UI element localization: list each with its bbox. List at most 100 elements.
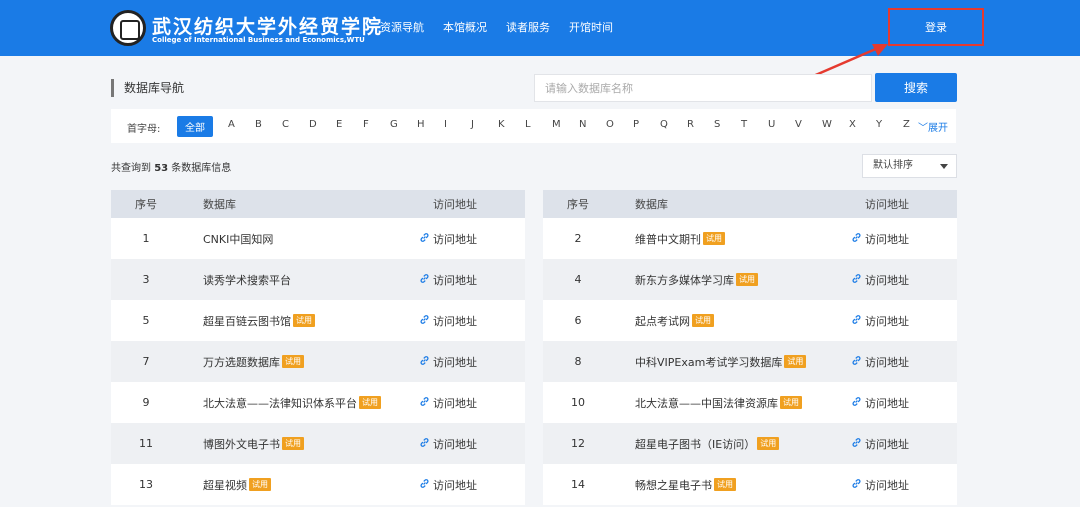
letter-filter-g[interactable]: G xyxy=(390,119,417,130)
access-link[interactable]: 访问地址 xyxy=(851,231,909,247)
database-name-link[interactable]: 读秀学术搜索平台 xyxy=(203,272,291,288)
brand-name-en[interactable]: College of International Business and Ec… xyxy=(152,36,365,44)
login-button[interactable]: 登录 xyxy=(888,8,984,46)
table-row: 10 北大法意——中国法律资源库 试用 访问地址 xyxy=(543,382,957,423)
access-link[interactable]: 访问地址 xyxy=(851,395,909,411)
row-number: 14 xyxy=(571,478,585,491)
letter-filter-i[interactable]: I xyxy=(444,119,471,130)
database-name-link[interactable]: CNKI中国知网 xyxy=(203,231,273,247)
result-count: 共查询到 53 条数据库信息 xyxy=(111,159,231,174)
trial-badge: 试用 xyxy=(692,314,714,327)
access-link-label: 访问地址 xyxy=(433,355,477,369)
expand-button[interactable]: ﹀展开 xyxy=(918,119,948,134)
access-link[interactable]: 访问地址 xyxy=(419,313,477,329)
link-icon xyxy=(419,273,433,287)
header-name: 数据库 xyxy=(635,198,668,211)
letter-filter-d[interactable]: D xyxy=(309,119,336,130)
access-link-label: 访问地址 xyxy=(865,273,909,287)
access-link-cell: 访问地址 xyxy=(829,354,957,370)
nav-item-resource-navigation[interactable]: 资源导航 xyxy=(380,19,424,35)
letter-all-button[interactable]: 全部 xyxy=(177,116,213,137)
table-row: 11 博图外文电子书 试用 访问地址 xyxy=(111,423,525,464)
database-name-link[interactable]: 超星电子图书（IE访问） xyxy=(635,436,755,452)
letter-filter-t[interactable]: T xyxy=(741,119,768,130)
database-name-link[interactable]: 新东方多媒体学习库 xyxy=(635,272,734,288)
letter-filter-r[interactable]: R xyxy=(687,119,714,130)
trial-badge: 试用 xyxy=(359,396,381,409)
database-name-link[interactable]: 北大法意——法律知识体系平台 xyxy=(203,395,357,411)
letter-filter-y[interactable]: Y xyxy=(876,119,903,130)
sort-select[interactable]: 默认排序 xyxy=(862,154,957,178)
access-link[interactable]: 访问地址 xyxy=(419,395,477,411)
access-link[interactable]: 访问地址 xyxy=(851,436,909,452)
access-link[interactable]: 访问地址 xyxy=(851,477,909,493)
database-name-link[interactable]: 起点考试网 xyxy=(635,313,690,329)
access-link[interactable]: 访问地址 xyxy=(419,231,477,247)
chevron-down-icon: ﹀ xyxy=(918,123,928,134)
letter-filter-m[interactable]: M xyxy=(552,119,579,130)
access-link-cell: 访问地址 xyxy=(397,354,525,370)
brand-name-cn[interactable]: 武汉纺织大学外经贸学院 xyxy=(152,12,383,39)
access-link-label: 访问地址 xyxy=(433,232,477,246)
nav-item-opening-hours[interactable]: 开馆时间 xyxy=(569,19,613,35)
letter-filter-f[interactable]: F xyxy=(363,119,390,130)
row-number: 11 xyxy=(139,437,153,450)
database-name: 博图外文电子书 试用 xyxy=(181,436,397,452)
access-link[interactable]: 访问地址 xyxy=(419,477,477,493)
database-search-input[interactable] xyxy=(534,74,872,102)
initial-letter-filter: 首字母: 全部 ABCDEFGHIJKLMNOPQRSTUVWXYZ ﹀展开 xyxy=(111,109,956,143)
page-title: 数据库导航 xyxy=(111,79,184,97)
letter-filter-n[interactable]: N xyxy=(579,119,606,130)
database-name: 起点考试网 试用 xyxy=(613,313,829,329)
letter-filter-s[interactable]: S xyxy=(714,119,741,130)
access-link[interactable]: 访问地址 xyxy=(851,313,909,329)
letter-filter-o[interactable]: O xyxy=(606,119,633,130)
table-row: 5 超星百链云图书馆 试用 访问地址 xyxy=(111,300,525,341)
trial-badge: 试用 xyxy=(282,437,304,450)
letter-filter-u[interactable]: U xyxy=(768,119,795,130)
link-icon xyxy=(851,396,865,410)
letter-filter-j[interactable]: J xyxy=(471,119,498,130)
letter-filter-p[interactable]: P xyxy=(633,119,660,130)
table-row: 1 CNKI中国知网 访问地址 xyxy=(111,218,525,259)
row-number: 6 xyxy=(574,314,582,327)
database-table-right: 序号 数据库 访问地址 2 维普中文期刊 试用 访问地址 4 新东方多媒体学习库 试用 访问地… xyxy=(543,190,957,505)
letter-filter-b[interactable]: B xyxy=(255,119,282,130)
database-name-link[interactable]: 畅想之星电子书 xyxy=(635,477,712,493)
database-name-link[interactable]: 万方选题数据库 xyxy=(203,354,280,370)
link-icon xyxy=(419,396,433,410)
database-name-link[interactable]: 中科VIPExam考试学习数据库 xyxy=(635,354,782,370)
table-row: 3 读秀学术搜索平台 访问地址 xyxy=(111,259,525,300)
database-name-link[interactable]: 维普中文期刊 xyxy=(635,231,701,247)
letter-filter-k[interactable]: K xyxy=(498,119,525,130)
database-name-link[interactable]: 北大法意——中国法律资源库 xyxy=(635,395,778,411)
letter-filter-a[interactable]: A xyxy=(228,119,255,130)
letter-filter-v[interactable]: V xyxy=(795,119,822,130)
access-link-label: 访问地址 xyxy=(865,396,909,410)
letter-filter-x[interactable]: X xyxy=(849,119,876,130)
database-name-link[interactable]: 超星视频 xyxy=(203,477,247,493)
database-name-link[interactable]: 博图外文电子书 xyxy=(203,436,280,452)
college-logo-icon[interactable] xyxy=(110,10,146,46)
letter-filter-c[interactable]: C xyxy=(282,119,309,130)
access-link[interactable]: 访问地址 xyxy=(419,272,477,288)
database-name: 读秀学术搜索平台 xyxy=(181,272,397,288)
access-link[interactable]: 访问地址 xyxy=(419,354,477,370)
database-name-link[interactable]: 超星百链云图书馆 xyxy=(203,313,291,329)
letter-filter-e[interactable]: E xyxy=(336,119,363,130)
access-link[interactable]: 访问地址 xyxy=(419,436,477,452)
nav-item-reader-services[interactable]: 读者服务 xyxy=(506,19,550,35)
access-link[interactable]: 访问地址 xyxy=(851,354,909,370)
table-row: 2 维普中文期刊 试用 访问地址 xyxy=(543,218,957,259)
row-number: 8 xyxy=(574,355,582,368)
access-link[interactable]: 访问地址 xyxy=(851,272,909,288)
access-link-label: 访问地址 xyxy=(865,314,909,328)
search-button[interactable]: 搜索 xyxy=(875,73,957,102)
access-link-label: 访问地址 xyxy=(865,478,909,492)
letter-filter-l[interactable]: L xyxy=(525,119,552,130)
nav-item-library-overview[interactable]: 本馆概况 xyxy=(443,19,487,35)
letter-filter-w[interactable]: W xyxy=(822,119,849,130)
letter-filter-h[interactable]: H xyxy=(417,119,444,130)
letter-filter-q[interactable]: Q xyxy=(660,119,687,130)
row-number: 3 xyxy=(142,273,150,286)
